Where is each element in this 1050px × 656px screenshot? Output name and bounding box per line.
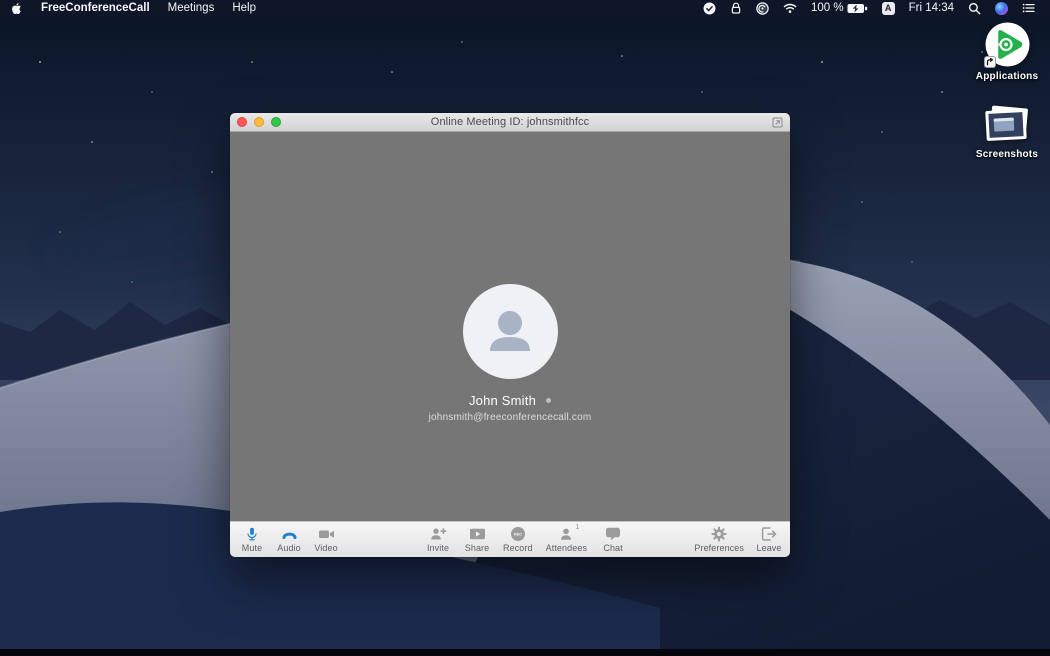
participant-status-dot: [546, 398, 551, 403]
check-circle-status-icon[interactable]: [696, 0, 723, 16]
minimize-button[interactable]: [254, 117, 264, 127]
preferences-label: Preferences: [694, 543, 744, 553]
meeting-window: Online Meeting ID: johnsmithfcc John Smi…: [230, 113, 790, 557]
alias-arrow-badge: [984, 56, 996, 68]
leave-exit-icon: [761, 526, 777, 542]
battery-status[interactable]: 100 %: [804, 0, 875, 16]
attendees-person-icon: 1: [558, 526, 574, 542]
apple-menu[interactable]: [8, 2, 32, 15]
battery-percent-label: 100 %: [811, 2, 844, 14]
swirl-status-icon[interactable]: [749, 0, 776, 16]
desktop-icon-applications[interactable]: Applications: [976, 22, 1038, 82]
gear-icon: [711, 526, 727, 542]
menu-app-name[interactable]: FreeConferenceCall: [32, 0, 159, 16]
share-screen-icon: [469, 526, 486, 542]
meeting-content-area: John Smith johnsmith@freeconferencecall.…: [230, 132, 790, 521]
zoom-button[interactable]: [271, 117, 281, 127]
phone-handset-icon: [281, 526, 298, 542]
wifi-icon[interactable]: [776, 0, 804, 16]
mute-label: Mute: [242, 543, 262, 553]
siri-icon[interactable]: [988, 0, 1015, 16]
input-source-menu[interactable]: A: [875, 0, 902, 16]
close-button[interactable]: [237, 117, 247, 127]
microphone-icon: [245, 526, 259, 542]
apple-logo-icon: [10, 2, 22, 15]
attendees-button[interactable]: 1 Attendees: [546, 526, 587, 553]
person-silhouette-icon: [481, 303, 539, 361]
menu-help[interactable]: Help: [223, 0, 265, 16]
svg-text:REC: REC: [514, 532, 522, 537]
chat-button[interactable]: Chat: [600, 526, 626, 553]
desktop-icon-label: Applications: [976, 71, 1038, 82]
desktop-icon-area: Applications Screenshots: [966, 22, 1048, 160]
record-button[interactable]: REC Record: [503, 526, 533, 553]
desktop-icon-screenshots[interactable]: Screenshots: [976, 105, 1038, 160]
audio-label: Audio: [277, 543, 301, 553]
window-title: Online Meeting ID: johnsmithfcc: [431, 116, 589, 128]
lock-status-icon[interactable]: [723, 0, 749, 16]
screenshots-folder-icon: [983, 105, 1031, 145]
leave-label: Leave: [756, 543, 781, 553]
video-button[interactable]: Video: [313, 526, 339, 553]
preferences-button[interactable]: Preferences: [694, 526, 744, 553]
share-label: Share: [465, 543, 490, 553]
meeting-toolbar: Mute Audio Video: [230, 521, 790, 557]
record-icon: REC: [510, 526, 526, 542]
notification-center-icon[interactable]: [1015, 0, 1042, 16]
desktop-icon-label: Screenshots: [976, 149, 1038, 160]
participant-name: John Smith: [469, 393, 536, 408]
traffic-lights: [237, 113, 281, 131]
menu-bar: FreeConferenceCall Meetings Help: [0, 0, 1050, 16]
attendees-count-badge: 1: [575, 524, 579, 531]
video-label: Video: [314, 543, 337, 553]
invite-person-icon: [430, 526, 447, 542]
share-button[interactable]: Share: [464, 526, 490, 553]
window-titlebar[interactable]: Online Meeting ID: johnsmithfcc: [230, 113, 790, 132]
spotlight-search-icon[interactable]: [961, 0, 988, 16]
invite-button[interactable]: Invite: [425, 526, 451, 553]
chat-bubble-icon: [605, 526, 621, 542]
invite-label: Invite: [427, 543, 449, 553]
input-source-icon: A: [882, 2, 895, 15]
attendees-label: Attendees: [546, 543, 587, 553]
leave-button[interactable]: Leave: [756, 526, 782, 553]
screen-bottom-edge: [0, 649, 1050, 656]
popout-icon[interactable]: [771, 116, 783, 128]
participant-avatar: [463, 284, 558, 379]
participant-email: johnsmith@freeconferencecall.com: [429, 412, 592, 423]
video-camera-icon: [318, 526, 335, 542]
menu-bar-clock[interactable]: Fri 14:34: [902, 0, 961, 16]
mute-button[interactable]: Mute: [239, 526, 265, 553]
record-label: Record: [503, 543, 533, 553]
audio-button[interactable]: Audio: [276, 526, 302, 553]
menu-meetings[interactable]: Meetings: [159, 0, 224, 16]
battery-icon: [847, 3, 868, 14]
chat-label: Chat: [603, 543, 622, 553]
